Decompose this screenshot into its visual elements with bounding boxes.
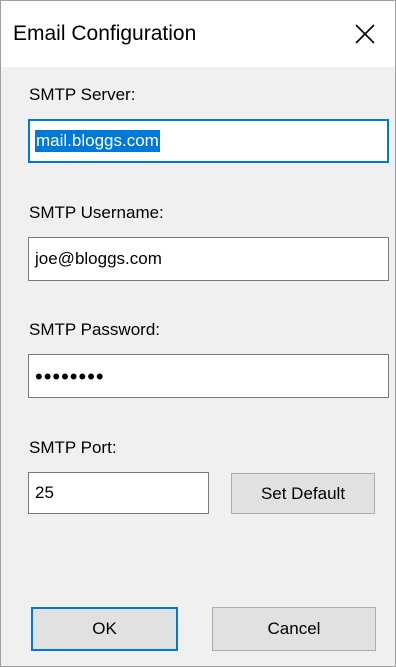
set-default-button[interactable]: Set Default bbox=[231, 473, 375, 514]
smtp-port-input[interactable]: 25 bbox=[28, 472, 209, 514]
smtp-server-label: SMTP Server: bbox=[29, 85, 136, 104]
smtp-password-label: SMTP Password: bbox=[29, 320, 161, 339]
smtp-server-input[interactable]: mail.bloggs.com bbox=[28, 119, 389, 163]
smtp-username-label: SMTP Username: bbox=[29, 203, 164, 222]
smtp-port-value: 25 bbox=[35, 483, 54, 502]
title-bar: Email Configuration bbox=[1, 1, 395, 67]
window-title: Email Configuration bbox=[13, 22, 197, 45]
close-button[interactable] bbox=[341, 11, 389, 57]
email-configuration-dialog: Email Configuration SMTP Server: mail.bl… bbox=[0, 0, 396, 667]
smtp-username-value: joe@bloggs.com bbox=[35, 249, 162, 268]
cancel-button-label: Cancel bbox=[267, 619, 321, 638]
set-default-button-label: Set Default bbox=[260, 483, 346, 503]
smtp-password-masked-value: •••••••• bbox=[35, 364, 105, 389]
close-icon bbox=[354, 23, 376, 45]
smtp-username-input[interactable]: joe@bloggs.com bbox=[28, 237, 389, 281]
smtp-server-value: mail.bloggs.com bbox=[35, 130, 160, 152]
smtp-port-label: SMTP Port: bbox=[29, 438, 117, 457]
cancel-button[interactable]: Cancel bbox=[212, 607, 376, 651]
ok-button-label: OK bbox=[92, 619, 117, 638]
smtp-password-input[interactable]: •••••••• bbox=[28, 354, 389, 398]
ok-button[interactable]: OK bbox=[31, 607, 178, 651]
